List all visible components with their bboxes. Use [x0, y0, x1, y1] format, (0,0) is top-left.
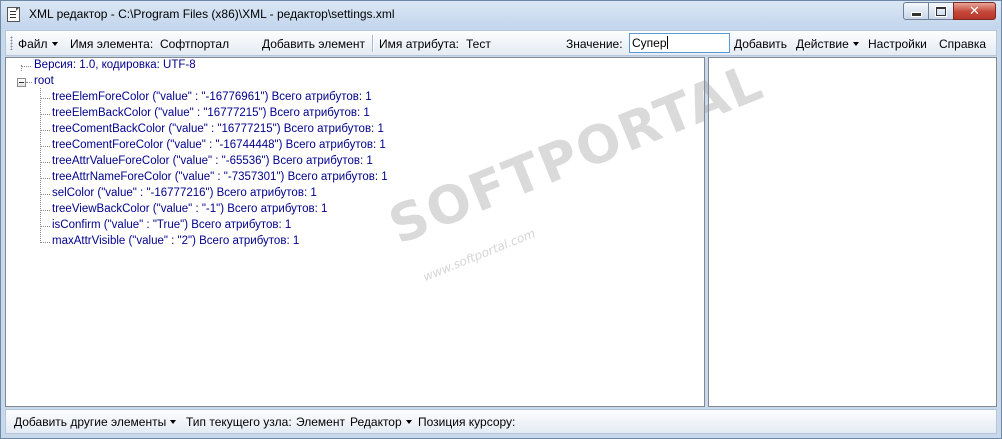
- tree-connector: [40, 210, 50, 211]
- collapse-toggle-icon[interactable]: [17, 78, 26, 87]
- close-icon: ✕: [969, 3, 980, 18]
- tree-node-child[interactable]: isConfirm ("value" : "True") Всего атриб…: [52, 219, 291, 231]
- xml-tree-view[interactable]: Версия: 1.0, кодировка: UTF-8 root treeE…: [5, 57, 705, 407]
- minimize-icon: [910, 11, 922, 17]
- node-type-label: Тип текущего узла:: [186, 415, 292, 429]
- dropdown-caret-icon: [51, 42, 58, 46]
- app-window: XML редактор - C:\Program Files (x86)\XM…: [0, 0, 1002, 439]
- value-input-text: Супер: [632, 36, 667, 50]
- dropdown-caret-icon: [170, 420, 177, 424]
- tree-connector: [40, 242, 50, 243]
- tree-connector: [40, 194, 50, 195]
- tree-node-child[interactable]: treeElemForeColor ("value" : "-16776961"…: [52, 91, 372, 103]
- title-bar[interactable]: XML редактор - C:\Program Files (x86)\XM…: [1, 1, 1001, 29]
- tree-connector: [40, 162, 50, 163]
- tree-node-declaration[interactable]: Версия: 1.0, кодировка: UTF-8: [34, 59, 196, 71]
- tree-node-child[interactable]: treeComentForeColor ("value" : "-1674444…: [52, 139, 386, 151]
- maximize-icon: [936, 6, 946, 16]
- element-name-label: Имя элемента:: [70, 37, 154, 51]
- node-type-value: Элемент: [296, 415, 345, 429]
- main-toolbar: Файл Имя элемента: Софтпортал Добавить э…: [5, 30, 997, 56]
- tree-connector: [40, 226, 50, 227]
- tree-node-child[interactable]: treeViewBackColor ("value" : "-1") Всего…: [52, 203, 327, 215]
- settings-button[interactable]: Настройки: [868, 37, 927, 51]
- cursor-position-label: Позиция курсору:: [418, 415, 516, 429]
- tree-node-root[interactable]: root: [34, 75, 54, 87]
- element-name-value[interactable]: Софтпортал: [160, 37, 229, 51]
- add-button[interactable]: Добавить: [734, 37, 787, 51]
- tree-connector: [26, 82, 32, 83]
- minimize-button[interactable]: [903, 2, 929, 20]
- document-icon: [7, 7, 20, 22]
- tree-node-child[interactable]: treeElemBackColor ("value" : "16777215")…: [52, 107, 370, 119]
- text-cursor: [666, 36, 668, 49]
- value-label: Значение:: [566, 37, 623, 51]
- tree-connector: [21, 66, 31, 67]
- editor-menu[interactable]: Редактор: [350, 415, 412, 429]
- status-bar: Добавить другие элементы Тип текущего уз…: [5, 409, 997, 434]
- editor-menu-label: Редактор: [350, 415, 402, 429]
- toolbar-separator: [372, 35, 374, 52]
- attribute-name-label: Имя атрибута:: [379, 37, 459, 51]
- toolbar-grip[interactable]: [10, 36, 13, 50]
- tree-connector: [40, 146, 50, 147]
- action-menu[interactable]: Действие: [796, 37, 859, 51]
- window-title: XML редактор - C:\Program Files (x86)\XM…: [29, 7, 395, 21]
- tree-node-child[interactable]: maxAttrVisible ("value" : "2") Всего атр…: [52, 235, 299, 247]
- action-menu-label: Действие: [796, 37, 849, 51]
- dropdown-caret-icon: [405, 420, 412, 424]
- maximize-button[interactable]: [928, 2, 954, 20]
- tree-connector: [40, 114, 50, 115]
- add-other-elements-menu[interactable]: Добавить другие элементы: [14, 415, 177, 429]
- close-button[interactable]: ✕: [953, 2, 996, 20]
- tree-node-child[interactable]: treeAttrValueForeColor ("value" : "-6553…: [52, 155, 373, 167]
- tree-connector: [40, 88, 41, 241]
- add-element-button[interactable]: Добавить элемент: [262, 37, 365, 51]
- tree-connector: [40, 130, 50, 131]
- tree-connector: [40, 98, 50, 99]
- tree-node-child[interactable]: treeAttrNameForeColor ("value" : "-73573…: [52, 171, 388, 183]
- value-input[interactable]: Супер: [629, 33, 730, 53]
- tree-node-child[interactable]: treeComentBackColor ("value" : "16777215…: [52, 123, 384, 135]
- dropdown-caret-icon: [852, 42, 859, 46]
- file-menu[interactable]: Файл: [18, 37, 58, 51]
- attribute-name-value[interactable]: Тест: [466, 37, 491, 51]
- window-controls: ✕: [903, 2, 996, 20]
- file-menu-label: Файл: [18, 37, 48, 51]
- add-other-elements-label: Добавить другие элементы: [14, 415, 167, 429]
- help-button[interactable]: Справка: [939, 37, 986, 51]
- tree-connector: [40, 178, 50, 179]
- tree-node-child[interactable]: selColor ("value" : "-16777216") Всего а…: [52, 187, 317, 199]
